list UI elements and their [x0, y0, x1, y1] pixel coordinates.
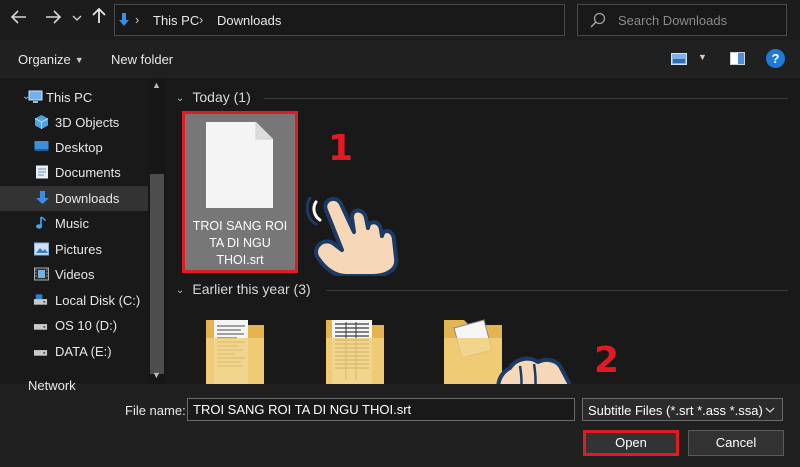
- sidebar-item-label: Music: [55, 216, 89, 231]
- pictures-icon: [34, 242, 49, 256]
- sidebar-item-downloads[interactable]: Downloads: [0, 186, 148, 211]
- search-icon: [590, 12, 606, 28]
- group-header-earlier-this-year[interactable]: ⌄ Earlier this year (3): [176, 281, 311, 297]
- cancel-button[interactable]: Cancel: [688, 430, 784, 456]
- sidebar-item-label: DATA (E:): [55, 344, 112, 359]
- organize-menu[interactable]: Organize ▼: [18, 52, 84, 67]
- sidebar-item-label: Local Disk (C:): [55, 293, 141, 308]
- breadcrumb-this-pc[interactable]: This PC: [153, 13, 199, 28]
- hand-pointer-icon: [496, 356, 572, 384]
- forward-button[interactable]: [42, 8, 64, 30]
- chevron-down-icon: [765, 405, 775, 415]
- breadcrumb-separator: ›: [135, 12, 140, 27]
- cube-icon: [34, 115, 49, 129]
- hand-pointer-icon: [306, 196, 399, 276]
- arrow-right-icon: [46, 10, 62, 24]
- sidebar-item-desktop[interactable]: Desktop: [0, 135, 148, 160]
- sidebar-item-label: Videos: [55, 267, 95, 282]
- group-divider: [264, 98, 788, 99]
- step-2-annotation: 2: [594, 340, 620, 381]
- back-button[interactable]: [8, 8, 30, 30]
- sidebar-item-data-e[interactable]: DATA (E:): [0, 339, 148, 364]
- download-icon: [36, 191, 49, 204]
- step-1-annotation: 1: [328, 128, 354, 169]
- chevron-down-icon: [72, 15, 82, 21]
- sidebar-item-os-10-d[interactable]: OS 10 (D:): [0, 313, 148, 338]
- collapse-chevron-icon: ⌄: [176, 285, 185, 296]
- recent-locations-button[interactable]: [66, 8, 88, 30]
- sidebar-scrollbar[interactable]: ▲ ▼: [148, 78, 166, 384]
- preview-pane-icon[interactable]: [730, 52, 745, 65]
- group-header-today[interactable]: ⌄ Today (1): [176, 89, 251, 105]
- help-icon[interactable]: ?: [766, 49, 785, 68]
- arrow-up-icon: [92, 7, 106, 23]
- breadcrumb-separator: ›: [199, 12, 204, 27]
- file-name-label: File name:: [125, 403, 186, 418]
- sidebar-item-label: Desktop: [55, 140, 103, 155]
- arrow-left-icon: [10, 10, 26, 24]
- folder-icon[interactable]: [326, 316, 384, 384]
- change-view-icon[interactable]: [671, 53, 687, 65]
- breadcrumb-downloads[interactable]: Downloads: [217, 13, 281, 28]
- sidebar-item-this-pc[interactable]: ⌄ This PC: [0, 85, 148, 110]
- file-list: ⌄ Today (1) TROI SANG ROI TA DI NGU THOI.…: [166, 78, 800, 384]
- sidebar-item-music[interactable]: Music: [0, 211, 148, 236]
- dialog-footer: Network File name: Subtitle Files (*.srt…: [0, 378, 800, 467]
- group-divider: [326, 290, 788, 291]
- scroll-up-icon[interactable]: ▲: [152, 80, 161, 90]
- sidebar-item-documents[interactable]: Documents: [0, 160, 148, 185]
- collapse-chevron-icon: ⌄: [176, 93, 185, 104]
- up-button[interactable]: [88, 7, 110, 30]
- sidebar-item-label: OS 10 (D:): [55, 318, 118, 333]
- sidebar-item-3d-objects[interactable]: 3D Objects: [0, 110, 148, 135]
- caret-down-icon: ▼: [74, 55, 84, 65]
- sidebar-item-pictures[interactable]: Pictures: [0, 237, 148, 262]
- navigation-pane: ⌄ This PC 3D Objects Desktop Documents D…: [0, 78, 166, 384]
- search-box[interactable]: [577, 4, 787, 36]
- scroll-down-icon[interactable]: ▼: [152, 370, 161, 380]
- folder-icon[interactable]: [206, 316, 264, 384]
- desktop-icon: [34, 141, 49, 151]
- sidebar-item-videos[interactable]: Videos: [0, 262, 148, 287]
- group-title: Earlier this year (3): [192, 281, 311, 297]
- file-name-input[interactable]: [187, 398, 575, 421]
- command-bar: Organize ▼ New folder ▼ ?: [0, 40, 800, 78]
- text-file-icon: [206, 122, 273, 208]
- open-button[interactable]: Open: [583, 430, 679, 456]
- address-path[interactable]: › This PC › Downloads: [114, 4, 669, 36]
- drive-icon: [33, 324, 48, 330]
- sidebar-item-label: This PC: [46, 90, 93, 105]
- sidebar-item-network-partial[interactable]: Network: [28, 378, 76, 393]
- drive-icon: [33, 350, 48, 356]
- sidebar-item-label: Pictures: [55, 242, 102, 257]
- video-icon: [34, 267, 49, 281]
- scrollbar-thumb[interactable]: [150, 174, 164, 374]
- computer-icon: [28, 90, 43, 103]
- file-type-value: Subtitle Files (*.srt *.ass *.ssa): [588, 403, 763, 418]
- new-folder-button[interactable]: New folder: [111, 52, 173, 67]
- file-item-selected[interactable]: TROI SANG ROI TA DI NGU THOI.srt: [182, 111, 298, 273]
- file-name-label: TROI SANG ROI TA DI NGU THOI.srt: [192, 219, 288, 267]
- organize-label: Organize: [18, 52, 71, 67]
- document-icon: [36, 165, 48, 179]
- sidebar-item-label: Downloads: [55, 191, 120, 206]
- file-type-dropdown[interactable]: Subtitle Files (*.srt *.ass *.ssa): [582, 398, 783, 421]
- sidebar-item-local-disk-c[interactable]: Local Disk (C:): [0, 288, 148, 313]
- sidebar-item-label: Documents: [55, 165, 121, 180]
- address-bar: › This PC › Downloads: [0, 0, 800, 40]
- view-options-caret-icon[interactable]: ▼: [698, 52, 707, 62]
- download-location-icon: [119, 13, 129, 26]
- search-input[interactable]: [618, 11, 778, 29]
- music-icon: [36, 216, 46, 229]
- group-title: Today (1): [192, 89, 251, 105]
- drive-icon: [33, 294, 48, 305]
- sidebar-item-label: 3D Objects: [55, 115, 120, 130]
